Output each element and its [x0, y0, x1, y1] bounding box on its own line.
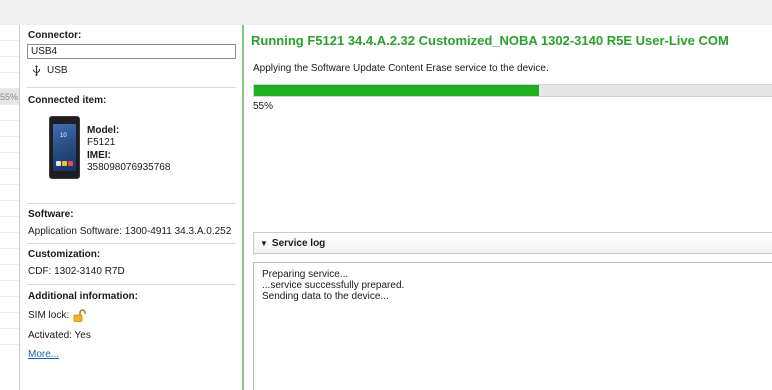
list-row[interactable] [0, 249, 19, 265]
list-row[interactable] [0, 25, 19, 41]
more-link[interactable]: More... [28, 349, 59, 360]
log-line: ...service successfully prepared. [262, 280, 405, 291]
main-panel: Running F5121 34.4.A.2.32 Customized_NOB… [242, 25, 772, 390]
device-info-panel: Connector: USB4 USB Connected item: 10 M… [22, 25, 239, 390]
list-row[interactable] [0, 57, 19, 73]
list-row[interactable] [0, 329, 19, 345]
software-value: Application Software: 1300-4911 34.3.A.0… [28, 226, 232, 237]
list-row[interactable] [0, 313, 19, 329]
list-row[interactable] [0, 265, 19, 281]
progress-fill [254, 85, 540, 96]
software-heading: Software: [28, 209, 74, 220]
status-message: Applying the Software Update Content Era… [253, 63, 549, 74]
list-row[interactable] [0, 201, 19, 217]
service-log-title: Service log [271, 237, 326, 249]
model-label: Model: [87, 125, 120, 136]
selected-row-value: 55% [0, 92, 19, 102]
activated-status: Activated: Yes [28, 330, 91, 341]
progress-bar [253, 84, 772, 97]
log-line: Sending data to the device... [262, 291, 389, 302]
log-line: Preparing service... [262, 269, 349, 280]
device-list-panel: 55% [0, 25, 20, 390]
list-row[interactable] [0, 297, 19, 313]
sim-lock-row: SIM lock: [28, 309, 86, 322]
imei-label: IMEI: [87, 150, 111, 161]
phone-image: 10 [49, 116, 80, 179]
divider [27, 87, 236, 88]
list-row[interactable] [0, 169, 19, 185]
triangle-down-icon: ▼ [260, 238, 268, 248]
connected-item-heading: Connected item: [28, 95, 107, 106]
list-row[interactable] [0, 217, 19, 233]
top-toolbar-strip [0, 0, 772, 25]
divider [27, 243, 236, 244]
lock-open-icon [73, 309, 86, 322]
service-log-header[interactable]: ▼ Service log [253, 232, 772, 254]
list-row-selected[interactable]: 55% [0, 89, 19, 105]
model-value: F5121 [87, 137, 116, 148]
additional-info-heading: Additional information: [28, 291, 138, 302]
connector-field[interactable]: USB4 [27, 44, 236, 59]
list-row[interactable] [0, 121, 19, 137]
divider [27, 284, 236, 285]
progress-percent: 55% [253, 101, 274, 112]
list-row[interactable] [0, 185, 19, 201]
sim-lock-label: SIM lock: [28, 310, 70, 321]
run-title: Running F5121 34.4.A.2.32 Customized_NOB… [251, 33, 729, 48]
list-row[interactable] [0, 73, 19, 89]
service-log-box[interactable]: Preparing service... ...service successf… [253, 262, 772, 390]
divider [27, 203, 236, 204]
usb-label: USB [47, 65, 68, 76]
list-row[interactable] [0, 137, 19, 153]
list-row[interactable] [0, 41, 19, 57]
customization-value: CDF: 1302-3140 R7D [28, 266, 125, 277]
list-row[interactable] [0, 153, 19, 169]
usb-icon [32, 65, 41, 76]
model-block: Model: F5121 IMEI: 358098076935768 [87, 125, 170, 175]
list-row[interactable] [0, 281, 19, 297]
connector-heading: Connector: [28, 30, 82, 41]
usb-row: USB [32, 65, 68, 76]
imei-value: 358098076935768 [87, 162, 171, 173]
list-row[interactable] [0, 105, 19, 121]
customization-heading: Customization: [28, 249, 101, 260]
list-row[interactable] [0, 233, 19, 249]
